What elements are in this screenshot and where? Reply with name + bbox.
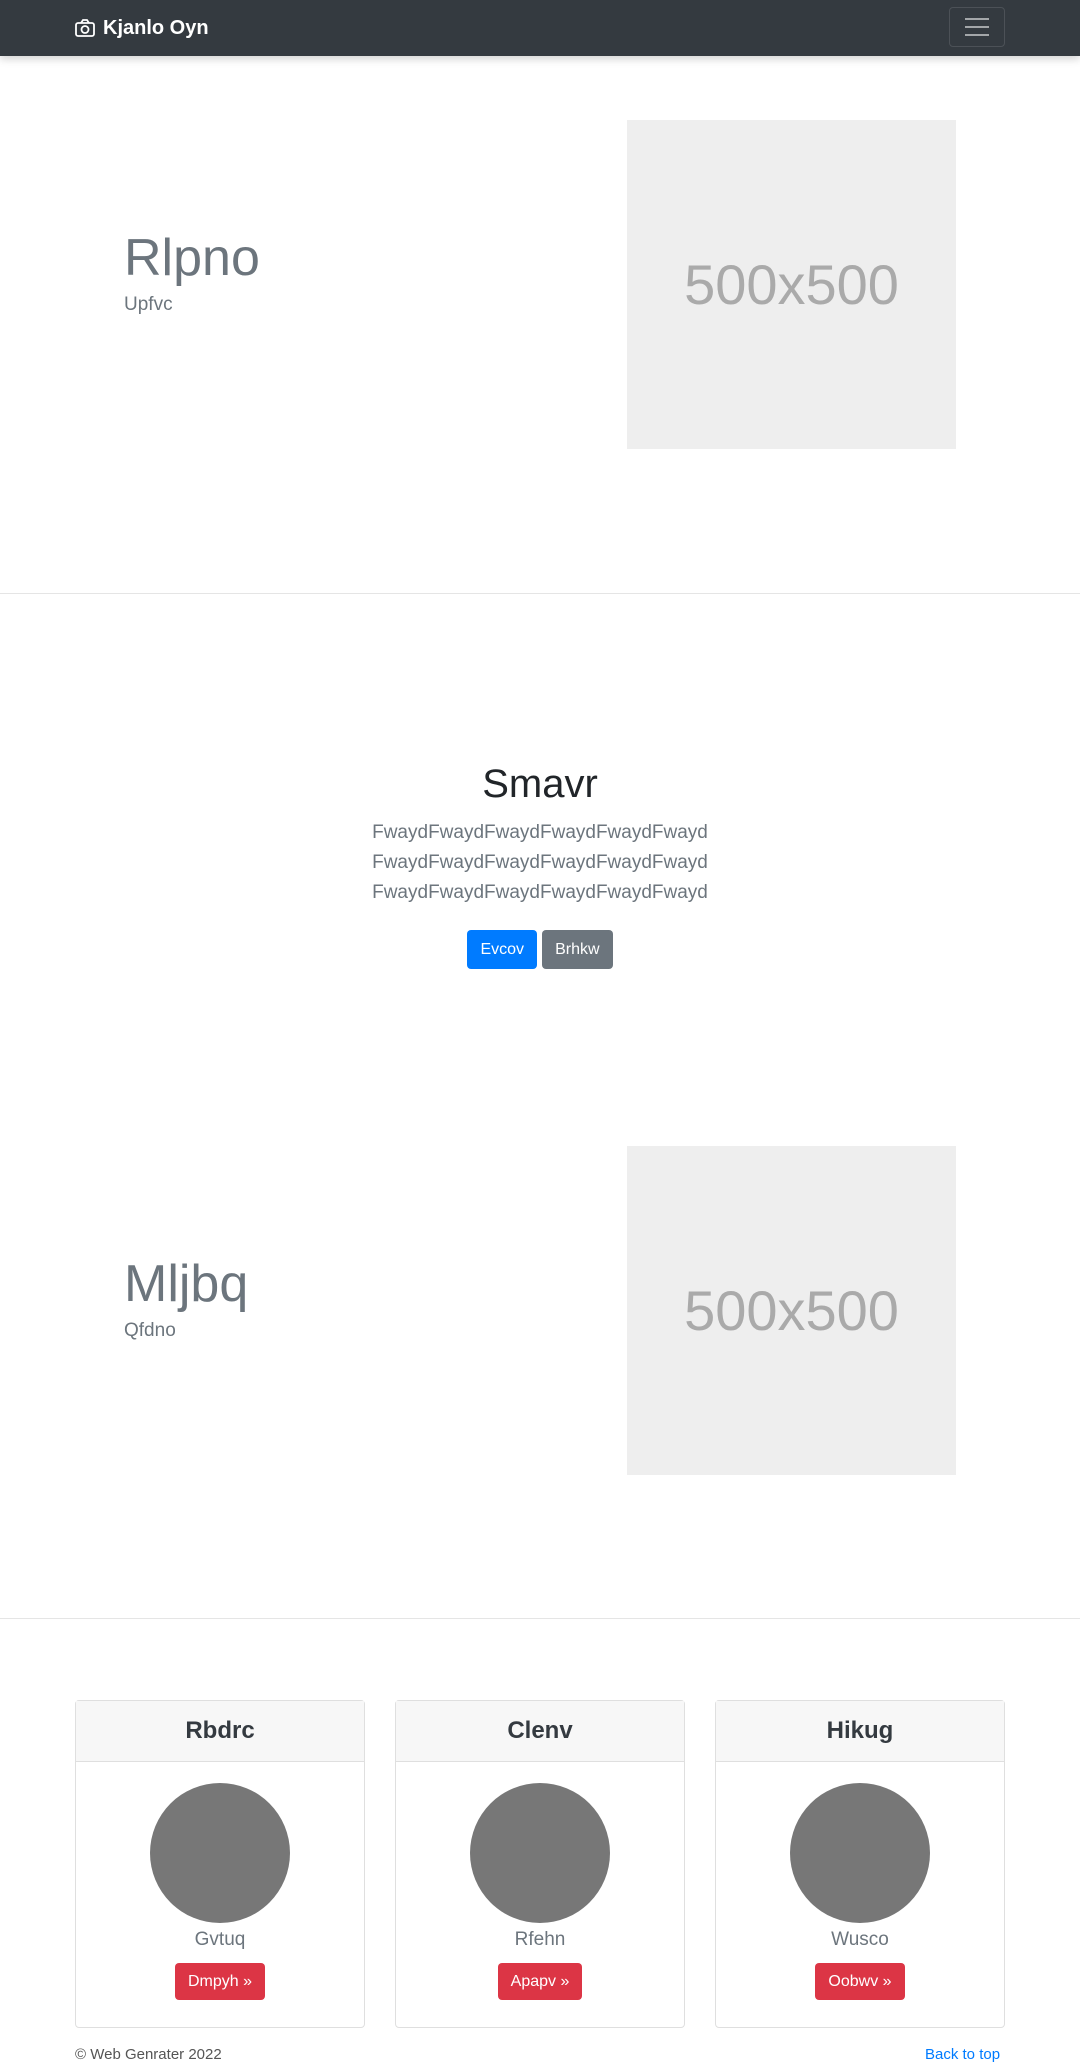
jumbotron-line: FwaydFwaydFwaydFwaydFwaydFwayd	[372, 822, 708, 843]
feature-section-2: Mljbq Qfdno 500x500	[0, 1082, 1080, 1618]
feature-section-1: Rlpno Upfvc 500x500	[0, 56, 1080, 592]
card-name: Gvtuq	[194, 1929, 246, 1950]
card: Rbdrc Gvtuq Dmpyh »	[75, 1700, 365, 2028]
jumbotron: Smavr FwaydFwaydFwaydFwaydFwaydFwayd Fwa…	[0, 760, 1080, 969]
jumbotron-line: FwaydFwaydFwaydFwaydFwaydFwayd	[372, 882, 708, 903]
placeholder-label: 500x500	[684, 1279, 899, 1342]
section-divider	[0, 1618, 1080, 1619]
menu-toggle-button[interactable]	[949, 7, 1005, 47]
feature-heading: Rlpno	[124, 229, 260, 287]
feature-lead: Qfdno	[124, 1320, 176, 1341]
placeholder-label: 500x500	[684, 253, 899, 316]
feature-lead: Upfvc	[124, 294, 173, 315]
primary-button[interactable]: Evcov	[467, 930, 538, 969]
card: Clenv Rfehn Apapv »	[395, 1700, 685, 2028]
card-button[interactable]: Apapv »	[497, 1963, 583, 2000]
navbar: Kjanlo Oyn	[0, 0, 1080, 56]
back-to-top-link[interactable]: Back to top	[925, 2046, 1000, 2063]
card: Hikug Wusco Oobwv »	[715, 1700, 1005, 2028]
brand-title: Kjanlo Oyn	[103, 16, 209, 39]
card-button[interactable]: Oobwv »	[815, 1963, 905, 2000]
jumbotron-buttons: Evcov Brhkw	[0, 930, 1080, 969]
camera-icon	[75, 19, 95, 37]
placeholder-image: 500x500	[627, 120, 956, 449]
jumbotron-line: FwaydFwaydFwaydFwaydFwaydFwayd	[372, 852, 708, 873]
brand-link[interactable]: Kjanlo Oyn	[75, 0, 209, 56]
jumbotron-title: Smavr	[482, 762, 598, 806]
feature-heading: Mljbq	[124, 1255, 249, 1313]
card-name: Wusco	[831, 1929, 889, 1950]
avatar	[470, 1783, 610, 1923]
placeholder-image: 500x500	[627, 1146, 956, 1475]
card-title: Clenv	[396, 1701, 684, 1762]
jumbotron-text: FwaydFwaydFwaydFwaydFwaydFwayd FwaydFway…	[0, 818, 1080, 908]
hamburger-icon	[965, 18, 989, 36]
section-divider	[0, 593, 1080, 594]
footer-copyright: © Web Genrater 2022	[75, 2046, 222, 2063]
card-name: Rfehn	[514, 1929, 566, 1950]
avatar	[790, 1783, 930, 1923]
secondary-button[interactable]: Brhkw	[542, 930, 613, 969]
card-button[interactable]: Dmpyh »	[174, 1963, 266, 2000]
avatar	[150, 1783, 290, 1923]
card-title: Rbdrc	[76, 1701, 364, 1762]
card-title: Hikug	[716, 1701, 1004, 1762]
